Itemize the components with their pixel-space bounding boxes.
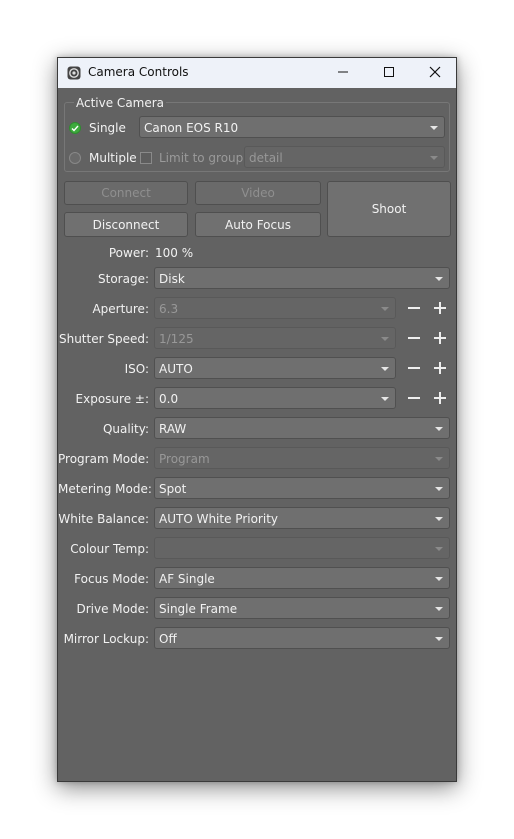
single-label[interactable]: Single: [89, 121, 126, 135]
chevron-down-icon: [435, 577, 443, 581]
close-icon: [429, 66, 441, 81]
setting-value: Single Frame: [159, 602, 238, 616]
chevron-down-icon: [430, 126, 438, 130]
single-camera-select[interactable]: Canon EOS R10: [139, 116, 445, 138]
setting-value: AUTO: [159, 362, 193, 376]
setting-value: 6.3: [159, 302, 179, 316]
setting-select[interactable]: 1/125: [154, 327, 396, 349]
disconnect-button[interactable]: Disconnect: [64, 212, 188, 237]
check-icon: [71, 125, 79, 132]
active-camera-group-title: Active Camera: [74, 96, 167, 110]
multiple-label[interactable]: Multiple: [89, 151, 137, 165]
chevron-down-icon: [381, 307, 389, 311]
setting-select[interactable]: 6.3: [154, 297, 396, 319]
setting-value: AUTO White Priority: [159, 512, 278, 526]
connect-button[interactable]: Connect: [64, 181, 188, 205]
title-bar[interactable]: Camera Controls: [58, 58, 456, 88]
limit-to-group-checkbox[interactable]: [140, 152, 152, 164]
setting-label: Colour Temp:: [70, 542, 149, 556]
setting-select[interactable]: Off: [154, 627, 450, 649]
setting-label: Exposure ±:: [75, 392, 149, 406]
maximize-button[interactable]: [366, 58, 412, 88]
minus-icon[interactable]: [407, 301, 421, 315]
camera-app-icon: [67, 66, 81, 80]
setting-select[interactable]: AF Single: [154, 567, 450, 589]
setting-label: Aperture:: [92, 302, 149, 316]
limit-group-value: detail: [249, 151, 283, 165]
setting-value: Disk: [159, 272, 185, 286]
setting-select[interactable]: Program: [154, 447, 450, 469]
setting-label: Quality:: [102, 422, 149, 436]
setting-select[interactable]: RAW: [154, 417, 450, 439]
setting-value: 1/125: [159, 332, 194, 346]
plus-icon[interactable]: [433, 331, 447, 345]
setting-label: Shutter Speed:: [58, 332, 149, 346]
limit-group-select[interactable]: detail: [244, 146, 445, 168]
shoot-button[interactable]: Shoot: [327, 181, 451, 237]
chevron-down-icon: [435, 517, 443, 521]
plus-icon[interactable]: [433, 301, 447, 315]
chevron-down-icon: [381, 337, 389, 341]
limit-to-group-label: Limit to group:: [159, 151, 248, 165]
minus-icon[interactable]: [407, 331, 421, 345]
chevron-down-icon: [430, 156, 438, 160]
power-label: Power:: [108, 246, 149, 260]
multiple-radio[interactable]: [69, 152, 81, 164]
setting-select[interactable]: Spot: [154, 477, 450, 499]
auto-focus-button[interactable]: Auto Focus: [195, 212, 321, 237]
setting-select[interactable]: Disk: [154, 267, 450, 289]
setting-value: AF Single: [159, 572, 215, 586]
setting-value: Program: [159, 452, 210, 466]
setting-select[interactable]: AUTO White Priority: [154, 507, 450, 529]
chevron-down-icon: [435, 277, 443, 281]
setting-select[interactable]: 0.0: [154, 387, 396, 409]
setting-label: ISO:: [124, 362, 149, 376]
setting-value: 0.0: [159, 392, 179, 406]
setting-select[interactable]: AUTO: [154, 357, 396, 379]
window-title: Camera Controls: [88, 65, 189, 79]
chevron-down-icon: [435, 547, 443, 551]
chevron-down-icon: [435, 637, 443, 641]
setting-label: Focus Mode:: [74, 572, 149, 586]
chevron-down-icon: [435, 607, 443, 611]
setting-value: RAW: [159, 422, 187, 436]
setting-label: White Balance:: [58, 512, 149, 526]
minimize-icon: [337, 66, 349, 81]
chevron-down-icon: [435, 487, 443, 491]
setting-label: Metering Mode:: [58, 482, 152, 496]
plus-icon[interactable]: [433, 391, 447, 405]
setting-select[interactable]: Single Frame: [154, 597, 450, 619]
maximize-icon: [383, 66, 395, 81]
chevron-down-icon: [435, 457, 443, 461]
chevron-down-icon: [381, 367, 389, 371]
minimize-button[interactable]: [320, 58, 366, 88]
minus-icon[interactable]: [407, 391, 421, 405]
close-button[interactable]: [412, 58, 456, 88]
setting-label: Mirror Lockup:: [63, 632, 149, 646]
setting-value: Spot: [159, 482, 187, 496]
video-button[interactable]: Video: [195, 181, 321, 205]
minus-icon[interactable]: [407, 361, 421, 375]
setting-label: Storage:: [98, 272, 149, 286]
single-camera-value: Canon EOS R10: [144, 121, 239, 135]
chevron-down-icon: [435, 427, 443, 431]
plus-icon[interactable]: [433, 361, 447, 375]
camera-controls-window: Camera Controls Active Camera Single Can…: [57, 57, 457, 782]
setting-value: Off: [159, 632, 177, 646]
setting-label: Program Mode:: [58, 452, 150, 466]
chevron-down-icon: [381, 397, 389, 401]
setting-select[interactable]: [154, 537, 450, 559]
power-value: 100 %: [155, 246, 194, 260]
setting-label: Drive Mode:: [76, 602, 149, 616]
